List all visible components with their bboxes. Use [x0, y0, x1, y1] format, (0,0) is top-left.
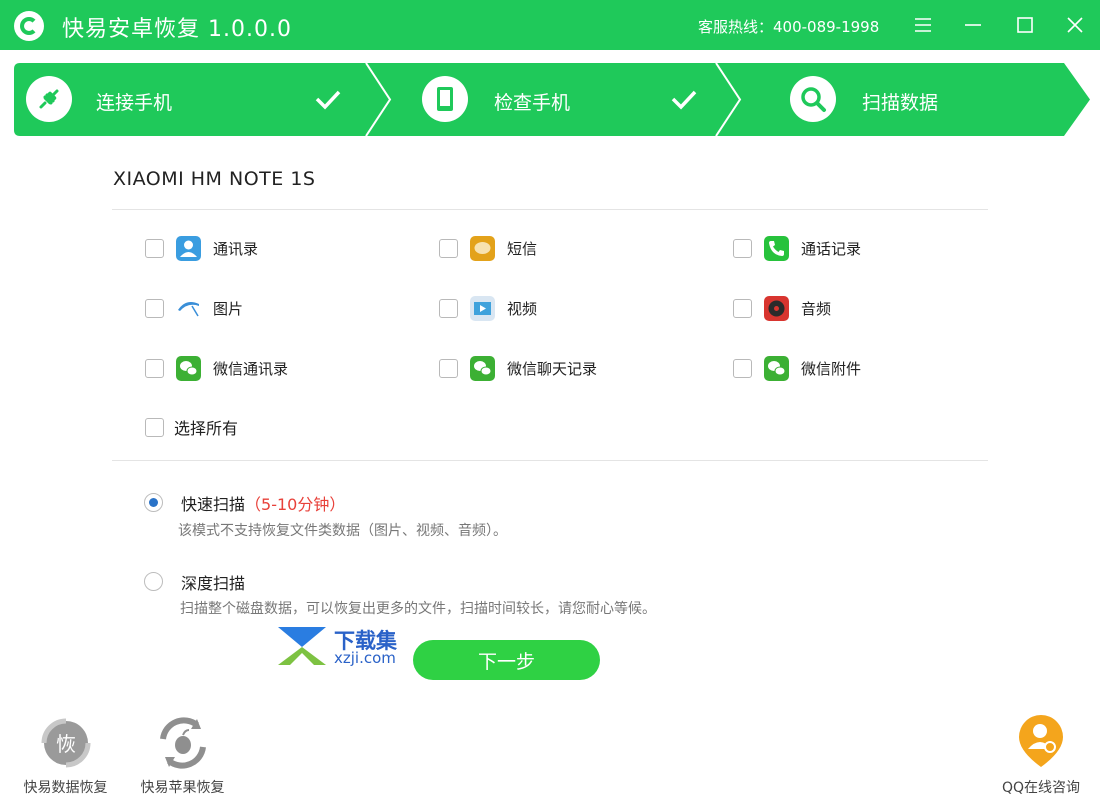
next-step-button[interactable]: 下一步 [413, 640, 600, 680]
app-title: 快易安卓恢复 1.0.0.0 [62, 17, 292, 42]
data-type-call-log[interactable]: 通话记录 [733, 234, 861, 262]
deep-scan-radio[interactable] [144, 572, 163, 591]
title-bar: 快易安卓恢复 1.0.0.0 客服热线：400-089-1998 [0, 0, 1100, 50]
checkbox[interactable] [439, 358, 458, 378]
data-recovery-glyph: 恢 [56, 732, 76, 756]
data-type-video[interactable]: 视频 [439, 294, 537, 322]
video-icon [470, 295, 495, 321]
maximize-icon[interactable] [1010, 10, 1040, 40]
deep-scan-description: 扫描整个磁盘数据，可以恢复出更多的文件，扫描时间较长，请您耐心等候。 [180, 601, 656, 617]
data-recovery-icon: 恢 [36, 713, 96, 773]
checkbox[interactable] [439, 238, 458, 258]
search-icon [790, 76, 836, 122]
deep-scan-title[interactable]: 深度扫描 [181, 570, 245, 594]
data-type-wechat-chat[interactable]: 微信聊天记录 [439, 354, 597, 382]
step-progress-bar: 连接手机 检查手机 扫描数据 [14, 63, 1090, 136]
picture-icon [176, 295, 201, 321]
item-label: 短信 [507, 239, 538, 258]
phone-icon [422, 76, 468, 122]
quick-scan-time: （5-10分钟） [245, 495, 346, 514]
item-label: 通话记录 [801, 239, 862, 258]
close-icon[interactable] [1060, 10, 1090, 40]
select-all-label: 选择所有 [174, 419, 239, 438]
checkbox[interactable] [145, 238, 164, 258]
app-logo-icon [14, 11, 44, 41]
checkbox[interactable] [733, 298, 752, 318]
wechat-icon [764, 355, 789, 381]
audio-icon [764, 295, 789, 321]
checkbox[interactable] [733, 238, 752, 258]
checkbox[interactable] [733, 358, 752, 378]
checkmark-icon [671, 90, 697, 110]
wechat-icon [176, 355, 201, 381]
item-label: 视频 [507, 299, 538, 318]
customer-hotline: 客服热线：400-089-1998 [698, 18, 880, 36]
divider [112, 460, 988, 461]
checkbox[interactable] [439, 298, 458, 318]
step-label: 连接手机 [96, 92, 173, 114]
item-label: 图片 [213, 299, 244, 318]
tool-label: 快易数据恢复 [23, 780, 108, 796]
item-label: 微信附件 [801, 359, 862, 378]
divider [112, 209, 988, 210]
data-type-sms[interactable]: 短信 [439, 234, 537, 262]
tool-label: 快易苹果恢复 [140, 780, 225, 796]
apple-recovery-tool[interactable]: 快易苹果恢复 [135, 713, 230, 797]
data-type-audio[interactable]: 音频 [733, 294, 831, 322]
checkbox[interactable] [145, 298, 164, 318]
step-check-phone: 检查手机 [366, 63, 720, 136]
quick-scan-radio[interactable] [144, 493, 163, 512]
watermark-logo-icon [278, 627, 326, 665]
qq-label: QQ在线咨询 [1001, 780, 1081, 796]
checkmark-icon [315, 90, 341, 110]
watermark-url: xzji.com [334, 649, 396, 667]
item-label: 微信通讯录 [213, 359, 289, 378]
phone-call-icon [764, 235, 789, 261]
plug-icon [26, 76, 72, 122]
step-label: 检查手机 [494, 92, 571, 114]
sms-icon [470, 235, 495, 261]
watermark-logo: 下载集 xzji.com [276, 625, 416, 670]
item-label: 通讯录 [213, 239, 259, 258]
quick-scan-label: 快速扫描 [181, 495, 246, 514]
menu-icon[interactable] [908, 10, 938, 40]
quick-scan-title[interactable]: 快速扫描（5-10分钟） [181, 491, 345, 515]
qq-support-icon [1019, 715, 1063, 767]
select-all-checkbox[interactable] [145, 417, 164, 437]
apple-recovery-icon [153, 713, 213, 773]
device-name: XIAOMI HM NOTE 1S [113, 168, 316, 190]
step-connect-phone: 连接手机 [14, 63, 374, 136]
contacts-icon [176, 235, 201, 261]
data-type-wechat-contacts[interactable]: 微信通讯录 [145, 354, 288, 382]
data-type-pictures[interactable]: 图片 [145, 294, 243, 322]
wechat-icon [470, 355, 495, 381]
data-type-wechat-attachments[interactable]: 微信附件 [733, 354, 861, 382]
select-all[interactable]: 选择所有 [145, 416, 238, 438]
item-label: 音频 [801, 299, 832, 318]
minimize-icon[interactable] [958, 10, 988, 40]
data-recovery-tool[interactable]: 恢 快易数据恢复 [18, 713, 113, 797]
data-type-contacts[interactable]: 通讯录 [145, 234, 258, 262]
item-label: 微信聊天记录 [507, 359, 598, 378]
checkbox[interactable] [145, 358, 164, 378]
step-scan-data: 扫描数据 [716, 63, 1090, 136]
quick-scan-description: 该模式不支持恢复文件类数据（图片、视频、音频）。 [178, 523, 507, 539]
step-label: 扫描数据 [862, 92, 939, 114]
qq-support[interactable]: QQ在线咨询 [993, 713, 1089, 797]
